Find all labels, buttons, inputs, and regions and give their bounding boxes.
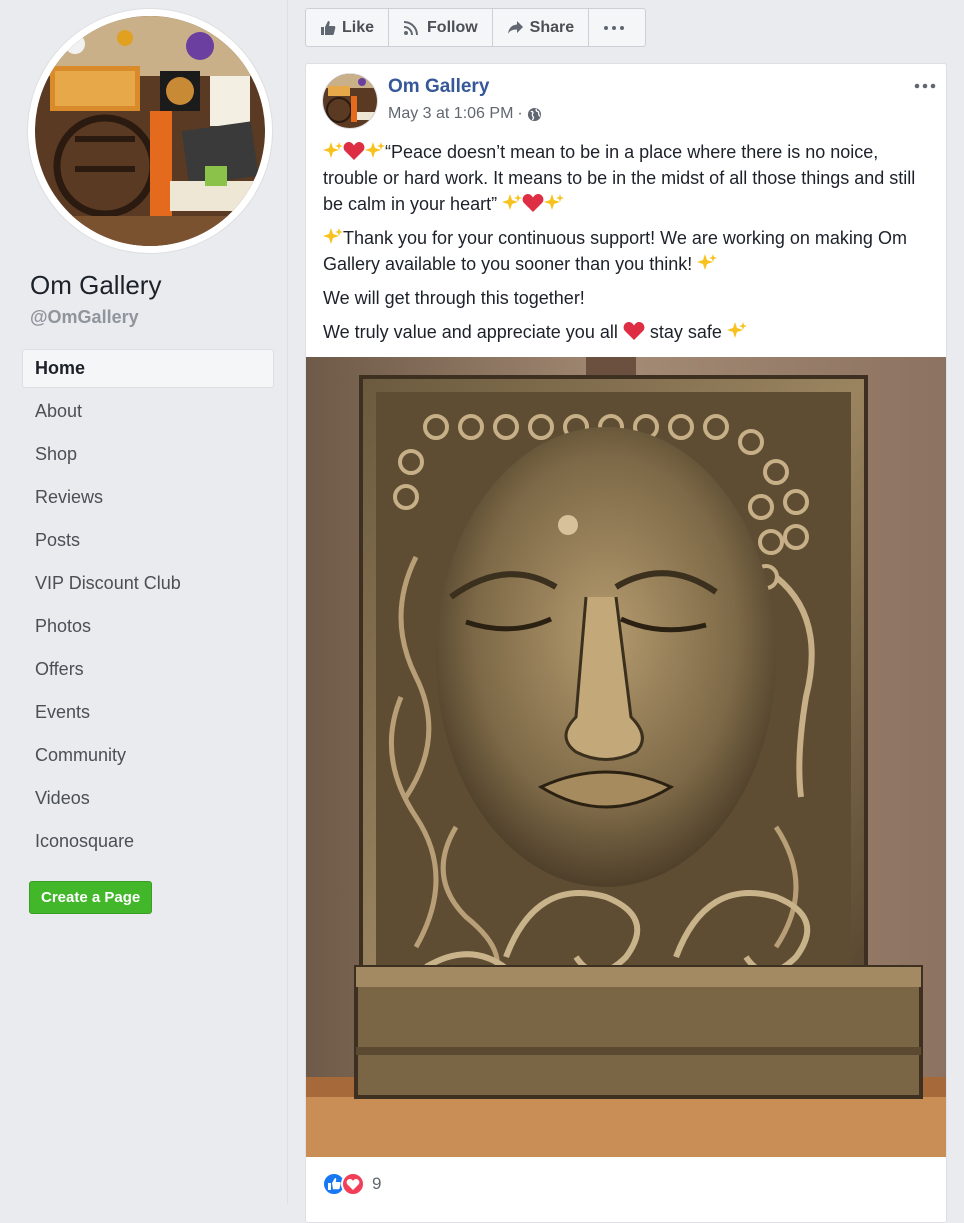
sparkles-emoji-icon: [544, 194, 565, 210]
rss-follow-icon: [403, 20, 419, 35]
sidebar-item-community[interactable]: Community: [22, 736, 274, 775]
post-meta: May 3 at 1:06 PM ·: [388, 105, 542, 123]
sidebar-item-photos[interactable]: Photos: [22, 607, 274, 646]
post-paragraph-2: Thank you for your continuous support! W…: [323, 225, 933, 277]
post-paragraph-4: We truly value and appreciate you all st…: [323, 319, 933, 345]
share-arrow-icon: [507, 21, 523, 34]
reaction-count[interactable]: 9: [372, 1174, 381, 1194]
sparkles-emoji-icon: [726, 322, 747, 338]
sidebar-item-about[interactable]: About: [22, 392, 274, 431]
sparkles-emoji-icon: [323, 228, 343, 244]
reaction-summary[interactable]: 9: [322, 1172, 381, 1196]
post-author-name[interactable]: Om Gallery: [388, 76, 489, 98]
post-message: “Peace doesn’t mean to be in a place whe…: [323, 139, 933, 353]
buddha-fountain-image: [306, 357, 946, 1157]
sidebar-item-vip-discount-club[interactable]: VIP Discount Club: [22, 564, 274, 603]
sidebar-item-shop[interactable]: Shop: [22, 435, 274, 474]
paragraph-4-text-a: We truly value and appreciate you all: [323, 322, 618, 342]
meta-separator: ·: [517, 105, 523, 122]
page-sidebar: Om Gallery @OmGallery Home About Shop Revie…: [0, 0, 288, 1204]
share-label: Share: [529, 18, 575, 36]
post-options-button[interactable]: [914, 72, 936, 95]
like-label: Like: [342, 18, 375, 36]
sidebar-item-posts[interactable]: Posts: [22, 521, 274, 560]
profile-picture[interactable]: [28, 9, 272, 253]
more-horizontal-icon: [914, 83, 936, 89]
post-timestamp[interactable]: May 3 at 1:06 PM: [388, 105, 513, 123]
more-horizontal-icon: [604, 25, 625, 30]
post-author-avatar[interactable]: [322, 73, 378, 129]
page-title[interactable]: Om Gallery: [30, 270, 161, 301]
sparkles-emoji-icon: [502, 194, 523, 210]
gallery-interior-image: [35, 16, 265, 246]
post-paragraph-3: We will get through this together!: [323, 288, 585, 308]
sidebar-item-home[interactable]: Home: [22, 349, 274, 388]
page-action-bar: Like Follow Share: [305, 8, 647, 47]
more-options-button[interactable]: [589, 9, 645, 46]
post-photo[interactable]: [306, 357, 946, 1157]
thumbs-up-icon: [321, 20, 336, 35]
page-username[interactable]: @OmGallery: [30, 307, 139, 328]
sparkles-emoji-icon: [323, 142, 343, 158]
sparkles-emoji-icon: [365, 142, 385, 158]
quote-text: “Peace doesn’t mean to be in a place whe…: [323, 142, 916, 214]
paragraph-2-text: Thank you for your continuous support! W…: [323, 228, 907, 274]
sparkles-emoji-icon: [697, 254, 718, 270]
sidebar-item-iconosquare[interactable]: Iconosquare: [22, 822, 274, 861]
post-card: Om Gallery May 3 at 1:06 PM · “Peace doe…: [305, 63, 947, 1223]
follow-label: Follow: [427, 18, 478, 36]
post-paragraph-1: “Peace doesn’t mean to be in a place whe…: [323, 139, 933, 217]
share-page-button[interactable]: Share: [493, 9, 590, 46]
follow-page-button[interactable]: Follow: [389, 9, 493, 46]
create-page-button[interactable]: Create a Page: [29, 881, 153, 914]
red-heart-emoji-icon: [522, 194, 544, 212]
sidebar-item-reviews[interactable]: Reviews: [22, 478, 274, 517]
author-avatar-image: [323, 74, 377, 128]
like-love-reactions-icon: [322, 1172, 365, 1196]
red-heart-emoji-icon: [343, 142, 365, 160]
sidebar-item-events[interactable]: Events: [22, 693, 274, 732]
sidebar-item-offers[interactable]: Offers: [22, 650, 274, 689]
paragraph-4-text-b: stay safe: [649, 322, 722, 342]
sidebar-item-videos[interactable]: Videos: [22, 779, 274, 818]
red-heart-emoji-icon: [623, 322, 645, 340]
page-navigation: Home About Shop Reviews Posts VIP Discount Cl…: [22, 349, 274, 865]
globe-icon[interactable]: [527, 107, 542, 122]
like-page-button[interactable]: Like: [306, 9, 390, 46]
